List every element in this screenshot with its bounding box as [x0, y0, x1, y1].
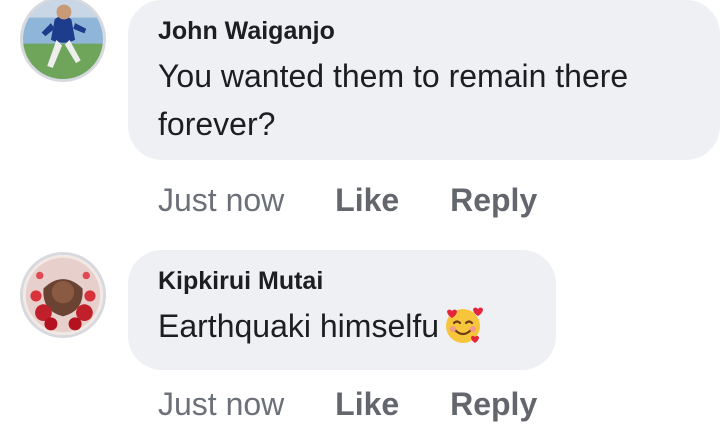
- comment-timestamp[interactable]: Just now: [158, 386, 284, 422]
- comment-actions: Just now Like Reply: [158, 180, 537, 220]
- comment-bubble: Kipkirui Mutai Earthquaki himselfu: [128, 250, 556, 370]
- comment-text-content: Earthquaki himselfu: [158, 308, 440, 344]
- like-button[interactable]: Like: [335, 386, 399, 422]
- avatar[interactable]: [20, 0, 106, 82]
- reply-button[interactable]: Reply: [450, 386, 537, 422]
- avatar-photo-icon: [23, 255, 103, 335]
- comment-actions: Just now Like Reply: [158, 384, 537, 424]
- smiling-face-with-hearts-icon: [446, 307, 484, 343]
- comment-text: You wanted them to remain there forever?: [158, 58, 629, 142]
- like-button[interactable]: Like: [335, 182, 399, 218]
- comment-timestamp[interactable]: Just now: [158, 182, 284, 218]
- comment-text: Earthquaki himselfu: [158, 302, 526, 350]
- comment-author[interactable]: John Waiganjo: [158, 16, 690, 46]
- comment-bubble: John Waiganjo You wanted them to remain …: [128, 0, 720, 160]
- avatar-photo-icon: [23, 0, 103, 79]
- avatar[interactable]: [20, 252, 106, 338]
- comment-author[interactable]: Kipkirui Mutai: [158, 266, 526, 296]
- reply-button[interactable]: Reply: [450, 182, 537, 218]
- comment: John Waiganjo You wanted them to remain …: [0, 0, 720, 230]
- comment: Kipkirui Mutai Earthquaki himselfu Just …: [0, 250, 720, 422]
